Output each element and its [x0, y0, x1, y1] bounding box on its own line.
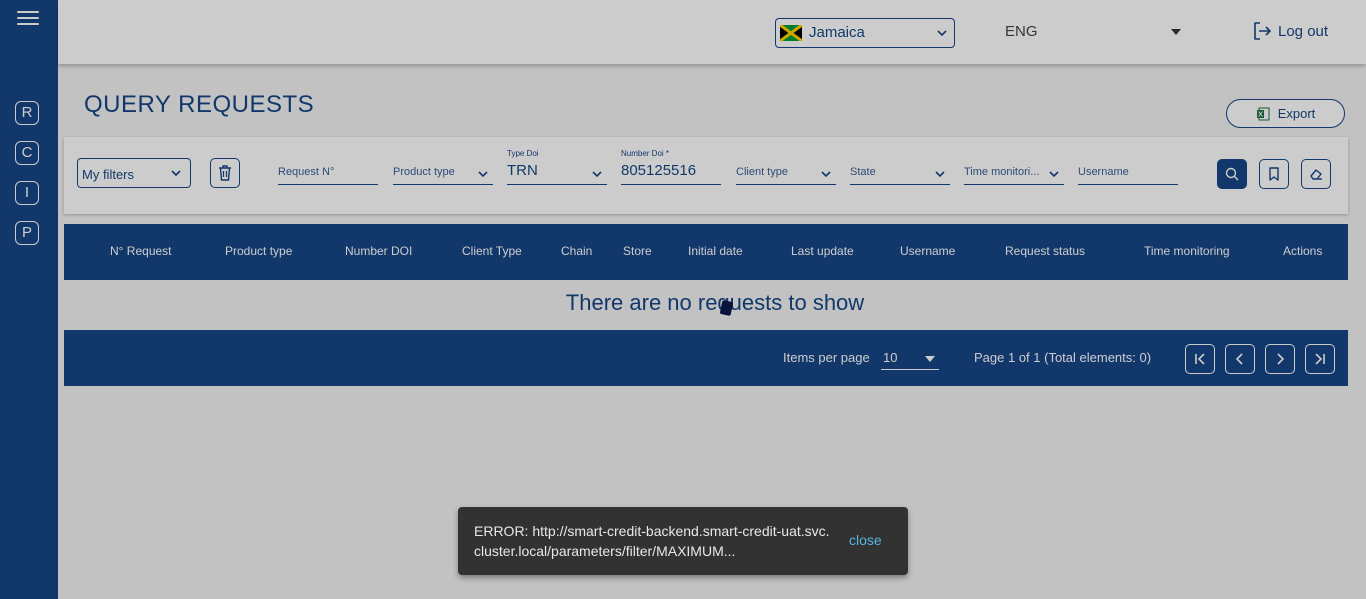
username-input[interactable]: Username [1078, 147, 1178, 185]
chevron-down-icon [935, 171, 945, 178]
type-doi-select[interactable]: Type Doi TRN [507, 147, 607, 185]
logout-icon [1254, 22, 1272, 40]
export-label: Export [1277, 106, 1316, 121]
jamaica-flag-icon [780, 25, 802, 41]
column-header[interactable]: Store [623, 244, 652, 258]
client-type-placeholder: Client type [736, 166, 788, 178]
chevron-right-icon [1277, 353, 1285, 365]
last-page-button[interactable] [1305, 344, 1335, 374]
sidebar-item-p[interactable]: P [15, 221, 39, 245]
time-monitoring-select[interactable]: Time monitori... [964, 147, 1064, 185]
empty-table-message: There are no requests to show [565, 290, 865, 315]
column-header[interactable]: Time monitoring [1144, 244, 1230, 258]
request-number-input[interactable]: Request N° [278, 147, 378, 185]
chevron-down-icon [592, 171, 602, 178]
number-doi-label: Number Doi * [621, 149, 670, 158]
username-placeholder: Username [1078, 166, 1129, 178]
caret-down-icon[interactable] [1171, 29, 1181, 35]
clear-filters-button[interactable] [210, 158, 240, 188]
column-header[interactable]: Product type [225, 244, 292, 258]
column-header[interactable]: Initial date [688, 244, 743, 258]
next-page-button[interactable] [1265, 344, 1295, 374]
state-placeholder: State [850, 166, 876, 178]
sidebar-item-c[interactable]: C [15, 141, 39, 165]
table-header: N° Request Product type Number DOI Clien… [64, 224, 1348, 280]
trash-icon [219, 165, 231, 181]
first-page-button[interactable] [1185, 344, 1215, 374]
clear-button[interactable] [1301, 159, 1331, 189]
type-doi-value: TRN [507, 162, 538, 179]
bookmark-icon [1269, 167, 1279, 181]
top-header: Jamaica ENG Log out [58, 0, 1366, 64]
product-type-select[interactable]: Product type [393, 147, 493, 185]
column-header[interactable]: Request status [1005, 244, 1085, 258]
number-doi-value: 805125516 [621, 162, 697, 179]
search-button[interactable] [1217, 159, 1247, 189]
search-icon [1225, 167, 1239, 181]
chevron-down-icon [821, 171, 831, 178]
column-header[interactable]: Number DOI [345, 244, 412, 258]
request-number-placeholder: Request N° [278, 166, 335, 178]
state-select[interactable]: State [850, 147, 950, 185]
eraser-icon [1310, 169, 1322, 180]
page-title: QUERY REQUESTS [84, 91, 315, 118]
items-per-page-select[interactable]: 10 [881, 346, 939, 370]
my-filters-select[interactable]: My filters [77, 158, 191, 188]
page-info: Page 1 of 1 (Total elements: 0) [974, 350, 1152, 365]
sidebar-item-r[interactable]: R [15, 101, 39, 125]
type-doi-label: Type Doi [507, 149, 539, 158]
items-per-page-value: 10 [883, 350, 898, 365]
save-filter-button[interactable] [1259, 159, 1289, 189]
my-filters-label: My filters [82, 167, 134, 182]
column-header[interactable]: Last update [791, 244, 854, 258]
column-header[interactable]: Username [900, 244, 955, 258]
chevron-down-icon [171, 170, 181, 177]
product-type-placeholder: Product type [393, 166, 455, 178]
last-page-icon [1315, 353, 1325, 365]
country-label: Jamaica [809, 24, 865, 41]
logout-button[interactable]: Log out [1252, 20, 1328, 42]
chevron-down-icon [478, 171, 488, 178]
time-monitoring-placeholder: Time monitori... [964, 166, 1040, 178]
pagination-bar: Items per page 10 Page 1 of 1 (Total ele… [64, 330, 1348, 386]
country-select[interactable]: Jamaica [775, 18, 955, 48]
excel-icon [1256, 107, 1270, 120]
column-header[interactable]: N° Request [110, 244, 172, 258]
filter-bar: My filters Request N° Product type Type … [64, 137, 1348, 214]
first-page-icon [1195, 353, 1205, 365]
chevron-down-icon [1049, 171, 1059, 178]
export-button[interactable]: Export [1226, 99, 1345, 128]
column-header[interactable]: Chain [561, 244, 592, 258]
logout-label: Log out [1278, 22, 1329, 40]
column-header: Actions [1283, 244, 1323, 258]
number-doi-input[interactable]: Number Doi * 805125516 [621, 147, 721, 185]
column-header[interactable]: Client Type [462, 244, 522, 258]
chevron-down-icon [937, 30, 947, 37]
sidebar-item-i[interactable]: I [15, 181, 39, 205]
snackbar-close-button[interactable]: close [849, 532, 882, 548]
error-snackbar: ERROR: http://smart-credit-backend.smart… [458, 507, 908, 575]
hamburger-menu-icon[interactable] [17, 11, 39, 29]
caret-down-icon [925, 356, 935, 362]
previous-page-button[interactable] [1225, 344, 1255, 374]
client-type-select[interactable]: Client type [736, 147, 836, 185]
language-select[interactable]: ENG [1005, 23, 1038, 40]
snackbar-message: ERROR: http://smart-credit-backend.smart… [474, 523, 830, 559]
items-per-page-label: Items per page [783, 350, 870, 365]
chevron-left-icon [1235, 353, 1243, 365]
